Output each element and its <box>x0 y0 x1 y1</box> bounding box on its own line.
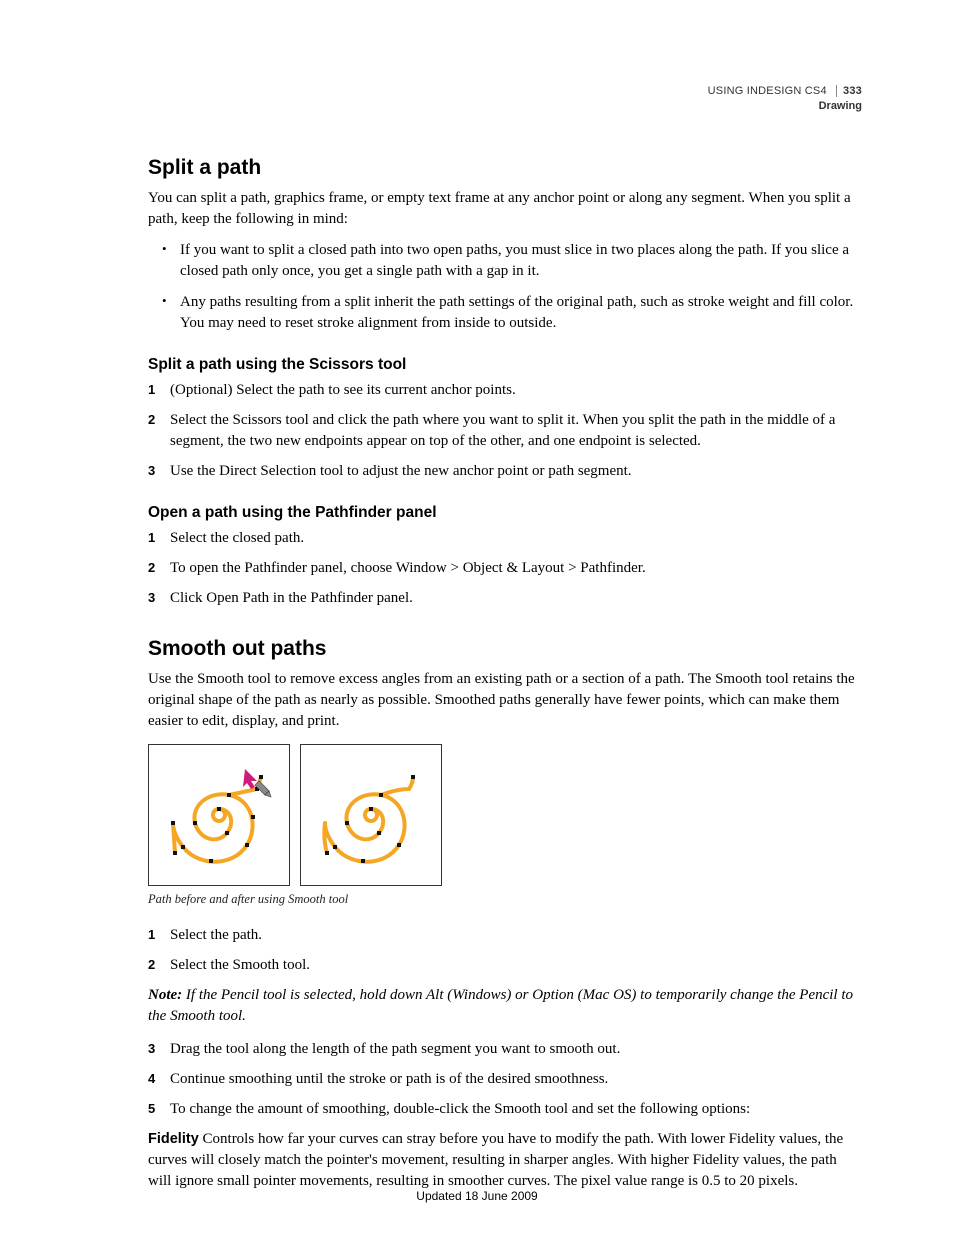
heading-scissors-tool: Split a path using the Scissors tool <box>148 356 862 374</box>
heading-split-a-path: Split a path <box>148 156 862 180</box>
steps-smooth-b: Drag the tool along the length of the pa… <box>148 1039 862 1120</box>
step-item: Select the path. <box>148 925 862 946</box>
definition-fidelity: Fidelity Controls how far your curves ca… <box>148 1129 862 1192</box>
note-paragraph: Note: If the Pencil tool is selected, ho… <box>148 985 862 1027</box>
step-item: To change the amount of smoothing, doubl… <box>148 1099 862 1120</box>
intro-paragraph-1: You can split a path, graphics frame, or… <box>148 188 862 230</box>
step-item: Select the Smooth tool. <box>148 955 862 976</box>
spiral-before-icon <box>159 755 279 875</box>
figure-before <box>148 744 290 886</box>
heading-pathfinder-panel: Open a path using the Pathfinder panel <box>148 504 862 522</box>
page-footer: Updated 18 June 2009 <box>0 1189 954 1203</box>
definition-term: Fidelity <box>148 1131 199 1147</box>
heading-smooth-out-paths: Smooth out paths <box>148 637 862 661</box>
bullet-item: If you want to split a closed path into … <box>148 240 862 282</box>
definition-text: Controls how far your curves can stray b… <box>148 1131 843 1189</box>
note-label: Note: <box>148 987 182 1003</box>
doc-title: USING INDESIGN CS4 <box>708 85 827 97</box>
figure-caption: Path before and after using Smooth tool <box>148 892 862 907</box>
intro-paragraph-2: Use the Smooth tool to remove excess ang… <box>148 669 862 732</box>
step-item: (Optional) Select the path to see its cu… <box>148 380 862 401</box>
bullet-item: Any paths resulting from a split inherit… <box>148 292 862 334</box>
step-item: Continue smoothing until the stroke or p… <box>148 1069 862 1090</box>
steps-smooth-a: Select the path. Select the Smooth tool. <box>148 925 862 976</box>
steps-pathfinder: Select the closed path. To open the Path… <box>148 528 862 609</box>
step-item: Select the closed path. <box>148 528 862 549</box>
spiral-after-icon <box>311 755 431 875</box>
page-content: Split a path You can split a path, graph… <box>148 84 862 1192</box>
step-item: Drag the tool along the length of the pa… <box>148 1039 862 1060</box>
page-number: 333 <box>836 85 862 97</box>
note-text: If the Pencil tool is selected, hold dow… <box>148 987 853 1024</box>
section-name: Drawing <box>708 99 862 114</box>
figure-row <box>148 744 862 886</box>
step-item: Use the Direct Selection tool to adjust … <box>148 461 862 482</box>
step-item: Click Open Path in the Pathfinder panel. <box>148 588 862 609</box>
step-item: To open the Pathfinder panel, choose Win… <box>148 558 862 579</box>
running-header: USING INDESIGN CS4 333 Drawing <box>708 84 862 114</box>
document-page: USING INDESIGN CS4 333 Drawing Split a p… <box>0 0 954 1235</box>
steps-scissors: (Optional) Select the path to see its cu… <box>148 380 862 482</box>
step-item: Select the Scissors tool and click the p… <box>148 410 862 452</box>
bullet-list-1: If you want to split a closed path into … <box>148 240 862 334</box>
figure-after <box>300 744 442 886</box>
